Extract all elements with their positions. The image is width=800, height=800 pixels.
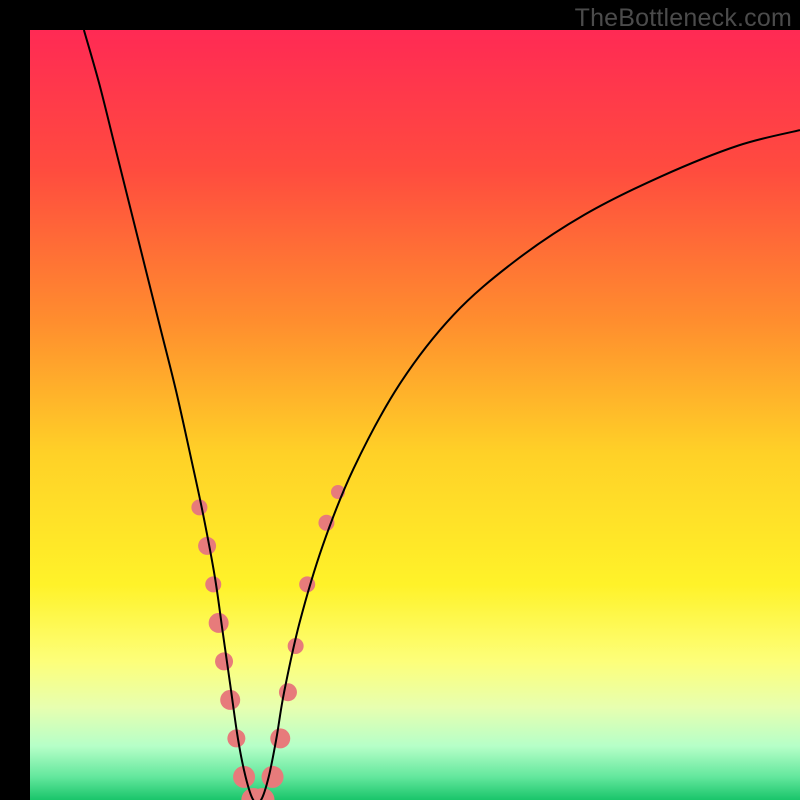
sample-point — [209, 613, 229, 633]
sample-point — [262, 766, 284, 788]
chart-svg — [30, 30, 800, 800]
chart-frame: TheBottleneck.com — [0, 0, 800, 800]
plot-area — [30, 30, 800, 800]
sample-point — [215, 652, 233, 670]
sample-point — [220, 690, 240, 710]
watermark-text: TheBottleneck.com — [575, 4, 792, 33]
sample-point — [279, 683, 297, 701]
sample-point — [270, 728, 290, 748]
gradient-background — [30, 30, 800, 800]
sample-point — [191, 499, 207, 515]
sample-point — [205, 576, 221, 592]
